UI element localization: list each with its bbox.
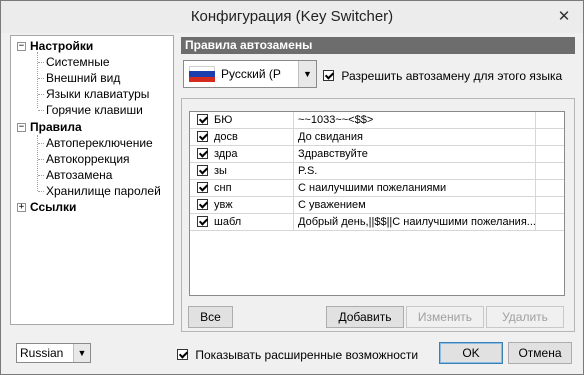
autoreplace-list[interactable]: БЮ ~~1033~~<$$> досв До свидания здра Зд… — [189, 111, 565, 296]
table-row[interactable]: БЮ ~~1033~~<$$> — [190, 112, 564, 129]
row-text: С наилучшими пожеланиями — [294, 180, 536, 196]
config-window: Конфигурация (Key Switcher) ✕ − Настройк… — [0, 0, 584, 375]
cancel-button[interactable]: Отмена — [508, 342, 572, 364]
table-row[interactable]: зы P.S. — [190, 163, 564, 180]
row-checkbox[interactable] — [197, 216, 208, 227]
language-select-value: Русский (Росси — [221, 67, 281, 81]
tree-item-links[interactable]: Ссылки — [30, 199, 76, 215]
delete-button[interactable]: Удалить — [486, 306, 564, 328]
row-text: Добрый день,||$$||С наилучшими пожелания… — [294, 214, 536, 230]
row-checkbox[interactable] — [197, 114, 208, 125]
tree-item-appearance[interactable]: Внешний вид — [46, 70, 120, 86]
tree-item-password-storage[interactable]: Хранилище паролей — [46, 183, 161, 199]
tree-item-system[interactable]: Системные — [46, 54, 110, 70]
row-checkbox[interactable] — [197, 182, 208, 193]
language-select[interactable]: Русский (Росси ▼ — [183, 60, 317, 88]
add-button[interactable]: Добавить — [326, 306, 404, 328]
allow-autoreplace-label: Разрешить автозамену для этого языка — [341, 68, 563, 83]
table-row[interactable]: увж С уважением — [190, 197, 564, 214]
tree-item-rules[interactable]: Правила — [30, 119, 82, 135]
window-title: Конфигурация (Key Switcher) — [190, 8, 394, 25]
collapse-settings-icon[interactable]: − — [17, 42, 26, 51]
row-abbr: здра — [212, 146, 294, 162]
row-checkbox[interactable] — [197, 165, 208, 176]
row-text: До свидания — [294, 129, 536, 145]
row-abbr: БЮ — [212, 112, 294, 128]
advanced-options-label: Показывать расширенные возможности — [195, 347, 419, 362]
row-text: ~~1033~~<$$> — [294, 112, 536, 128]
row-abbr: шабл — [212, 214, 294, 230]
allow-autoreplace-row: Разрешить автозамену для этого языка — [323, 68, 562, 83]
russia-flag-icon — [189, 66, 215, 82]
row-abbr: увж — [212, 197, 294, 213]
title-bar: Конфигурация (Key Switcher) ✕ — [1, 1, 583, 33]
table-row[interactable]: здра Здравствуйте — [190, 146, 564, 163]
expand-links-icon[interactable]: + — [17, 203, 26, 212]
row-checkbox[interactable] — [197, 131, 208, 142]
table-row[interactable]: снп С наилучшими пожеланиями — [190, 180, 564, 197]
tree-item-autocorrect[interactable]: Автокоррекция — [46, 151, 130, 167]
tree-item-autoreplace[interactable]: Автозамена — [46, 167, 112, 183]
row-abbr: зы — [212, 163, 294, 179]
table-row[interactable]: досв До свидания — [190, 129, 564, 146]
row-text: Здравствуйте — [294, 146, 536, 162]
allow-autoreplace-checkbox[interactable] — [323, 70, 334, 82]
close-icon[interactable]: ✕ — [555, 7, 573, 25]
collapse-rules-icon[interactable]: − — [17, 123, 26, 132]
row-text: С уважением — [294, 197, 536, 213]
edit-button[interactable]: Изменить — [406, 306, 484, 328]
tree-item-autoswitch[interactable]: Автопереключение — [46, 135, 153, 151]
row-abbr: досв — [212, 129, 294, 145]
row-text: P.S. — [294, 163, 536, 179]
tree-item-keyboard-languages[interactable]: Языки клавиатуры — [46, 86, 149, 102]
ok-button[interactable]: OK — [439, 342, 503, 364]
section-header: Правила автозамены — [181, 37, 575, 54]
row-abbr: снп — [212, 180, 294, 196]
advanced-options-checkbox[interactable] — [177, 349, 188, 361]
tree-item-settings[interactable]: Настройки — [30, 38, 93, 54]
settings-tree: − Настройки Системные Внешний вид Языки … — [10, 35, 174, 325]
chevron-down-icon[interactable]: ▼ — [298, 61, 316, 87]
advanced-options-row: Показывать расширенные возможности — [177, 347, 418, 362]
row-checkbox[interactable] — [197, 148, 208, 159]
chevron-down-icon[interactable]: ▼ — [73, 344, 90, 362]
select-all-button[interactable]: Все — [188, 306, 233, 328]
row-checkbox[interactable] — [197, 199, 208, 210]
ui-language-value: Russian — [20, 346, 64, 360]
tree-item-hotkeys[interactable]: Горячие клавиши — [46, 102, 143, 118]
ui-language-select[interactable]: Russian ▼ — [16, 343, 91, 363]
table-row[interactable]: шабл Добрый день,||$$||С наилучшими поже… — [190, 214, 564, 231]
